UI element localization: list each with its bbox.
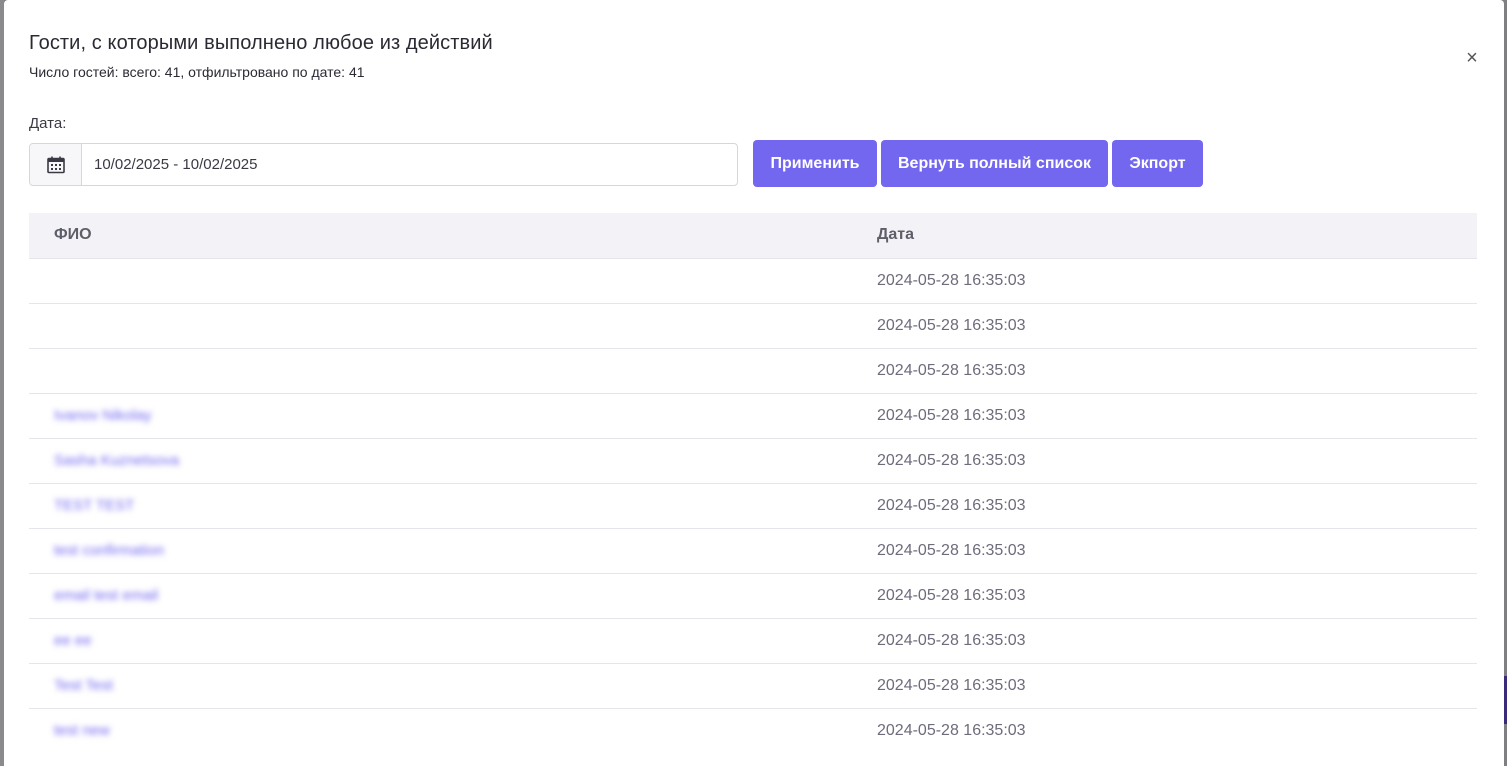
table-row: email test email 2024-05-28 16:35:03 <box>29 572 1477 618</box>
name-cell: test confirmation <box>29 527 877 573</box>
date-cell: 2024-05-28 16:35:03 <box>877 617 1477 663</box>
apply-button[interactable]: Применить <box>753 140 877 187</box>
guest-name-link[interactable]: test confirmation <box>54 542 164 559</box>
name-cell: ee ee <box>29 617 877 663</box>
guest-name-link[interactable]: test new <box>54 722 110 739</box>
guest-name-link[interactable]: Sasha Kuznetsova <box>54 452 179 469</box>
table-header-row: ФИО Дата <box>29 213 1477 258</box>
name-cell: TEST TEST <box>29 482 877 528</box>
guest-name-link[interactable]: Test Test <box>54 677 113 694</box>
modal-title: Гости, с которыми выполнено любое из дей… <box>29 32 493 54</box>
export-button[interactable]: Экпорт <box>1112 140 1203 187</box>
date-cell: 2024-05-28 16:35:03 <box>877 392 1477 438</box>
reset-list-button[interactable]: Вернуть полный список <box>881 140 1108 187</box>
name-cell: Sasha Kuznetsova <box>29 437 877 483</box>
guest-name-link[interactable]: email test email <box>54 587 158 604</box>
table-row: Sasha Kuznetsova 2024-05-28 16:35:03 <box>29 437 1477 483</box>
guests-table: ФИО Дата 2024-05-28 16:35:03 2024-05-28 … <box>29 213 1477 753</box>
guest-name-link[interactable]: Ivanov Nikolay <box>54 407 152 424</box>
name-cell <box>29 257 877 303</box>
name-cell <box>29 302 877 348</box>
date-cell: 2024-05-28 16:35:03 <box>877 662 1477 708</box>
guest-name-link[interactable]: ee ee <box>54 632 92 649</box>
date-cell: 2024-05-28 16:35:03 <box>877 527 1477 573</box>
date-cell: 2024-05-28 16:35:03 <box>877 437 1477 483</box>
table-row: Ivanov Nikolay 2024-05-28 16:35:03 <box>29 392 1477 438</box>
name-cell: Test Test <box>29 662 877 708</box>
table-row: TEST TEST 2024-05-28 16:35:03 <box>29 482 1477 528</box>
guests-modal: Гости, с которыми выполнено любое из дей… <box>4 0 1504 766</box>
column-header-date[interactable]: Дата <box>877 213 1477 258</box>
table-row: test new 2024-05-28 16:35:03 <box>29 707 1477 753</box>
date-cell: 2024-05-28 16:35:03 <box>877 482 1477 528</box>
table-row: 2024-05-28 16:35:03 <box>29 347 1477 393</box>
table-row: Test Test 2024-05-28 16:35:03 <box>29 662 1477 708</box>
date-cell: 2024-05-28 16:35:03 <box>877 347 1477 393</box>
calendar-icon[interactable] <box>30 144 82 185</box>
name-cell: Ivanov Nikolay <box>29 392 877 438</box>
date-cell: 2024-05-28 16:35:03 <box>877 707 1477 753</box>
date-label: Дата: <box>29 115 67 132</box>
date-cell: 2024-05-28 16:35:03 <box>877 257 1477 303</box>
date-cell: 2024-05-28 16:35:03 <box>877 302 1477 348</box>
close-icon: × <box>1466 47 1478 69</box>
name-cell: test new <box>29 707 877 753</box>
table-row: test confirmation 2024-05-28 16:35:03 <box>29 527 1477 573</box>
table-row: ee ee 2024-05-28 16:35:03 <box>29 617 1477 663</box>
column-header-name[interactable]: ФИО <box>29 213 877 258</box>
date-range-group <box>29 143 738 186</box>
modal-subtitle: Число гостей: всего: 41, отфильтровано п… <box>29 64 365 80</box>
date-range-input[interactable] <box>82 144 737 185</box>
date-cell: 2024-05-28 16:35:03 <box>877 572 1477 618</box>
close-button[interactable]: × <box>1460 46 1484 70</box>
table-row: 2024-05-28 16:35:03 <box>29 257 1477 303</box>
name-cell: email test email <box>29 572 877 618</box>
name-cell <box>29 347 877 393</box>
guest-name-link[interactable]: TEST TEST <box>54 497 134 514</box>
table-row: 2024-05-28 16:35:03 <box>29 302 1477 348</box>
